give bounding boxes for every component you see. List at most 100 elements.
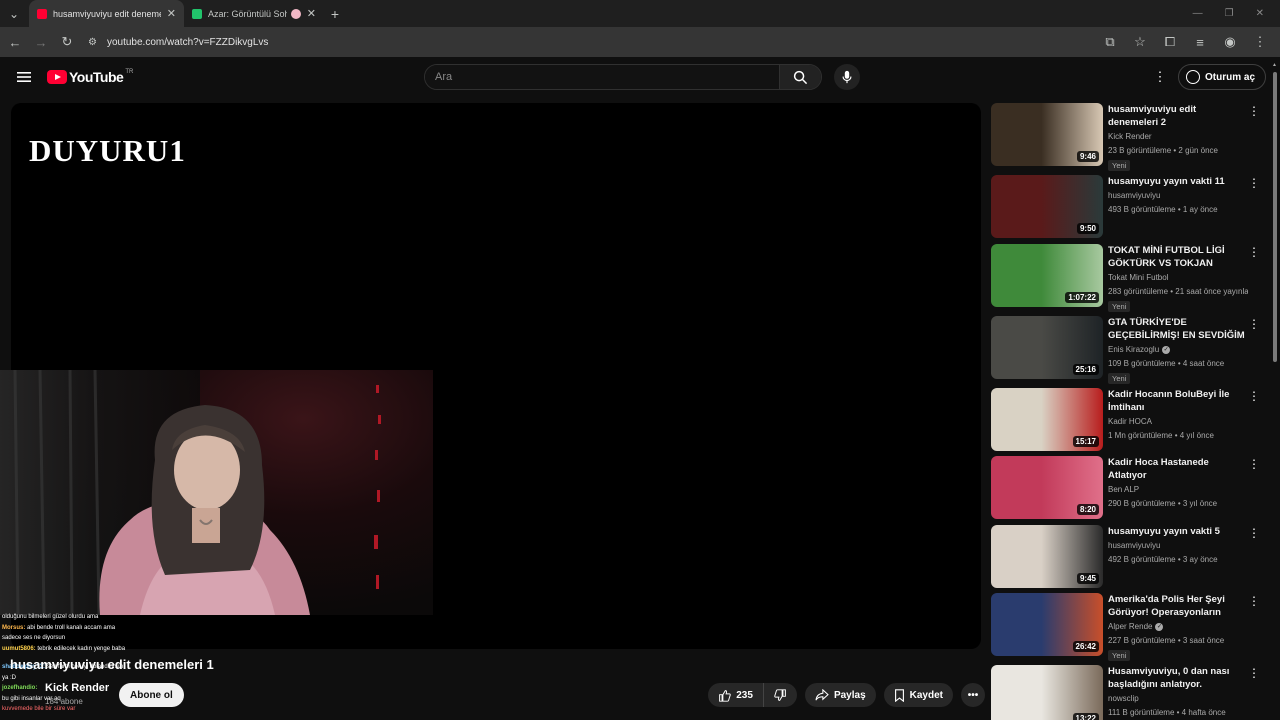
- chat-line: olduğunu bilmeleri güzel olurdu ama: [2, 614, 99, 620]
- recommended-channel[interactable]: Ben ALP: [1108, 485, 1248, 494]
- signin-button[interactable]: Oturum aç: [1178, 64, 1267, 90]
- tab-search-chevron-icon[interactable]: ⌄: [3, 3, 25, 25]
- view-stats: 493 B görüntüleme • 1 ay önce: [1108, 205, 1218, 214]
- search-input[interactable]: [425, 65, 779, 89]
- recommended-channel[interactable]: nowsclip: [1108, 694, 1248, 703]
- more-actions-button[interactable]: •••: [961, 683, 985, 707]
- url-text: youtube.com/watch?v=FZZDikvgLvs: [106, 36, 269, 48]
- media-controls-icon[interactable]: ≡: [1188, 30, 1212, 54]
- settings-more-icon[interactable]: ⋮: [1150, 67, 1170, 87]
- recommended-channel[interactable]: Enis Kirazoglu ✓: [1108, 345, 1248, 354]
- reload-icon[interactable]: ↻: [55, 30, 79, 54]
- recommended-video-title[interactable]: Amerika'da Polis Her Şeyi Görüyor! Opera…: [1108, 593, 1248, 619]
- more-options-icon[interactable]: ⋮: [1248, 458, 1260, 470]
- more-options-icon[interactable]: ⋮: [1248, 667, 1260, 679]
- search-button[interactable]: [779, 65, 821, 89]
- recommended-video-card[interactable]: 15:17 Kadir Hocanın BoluBeyi İle İmtihanı…: [991, 388, 1266, 454]
- recommended-video-title[interactable]: Husamviyuviyu, 0 dan nası başladığını an…: [1108, 665, 1248, 691]
- recommended-video-title[interactable]: husamyuyu yayın vakti 5: [1108, 525, 1248, 538]
- video-thumbnail[interactable]: 9:50: [991, 175, 1103, 238]
- more-options-icon[interactable]: ⋮: [1248, 390, 1260, 402]
- bookmark-star-icon[interactable]: ☆: [1128, 30, 1152, 54]
- channel-name[interactable]: Kick Render: [45, 682, 109, 694]
- video-thumbnail[interactable]: 8:20: [991, 456, 1103, 519]
- more-options-icon[interactable]: ⋮: [1248, 318, 1260, 330]
- more-options-icon[interactable]: ⋮: [1248, 595, 1260, 607]
- video-thumbnail[interactable]: 9:46: [991, 103, 1103, 166]
- minimize-icon[interactable]: —: [1193, 8, 1203, 19]
- recommended-channel[interactable]: Tokat Mini Futbol: [1108, 273, 1248, 282]
- browser-tab-youtube[interactable]: husamviyuviyu edit denemeleri ✕: [29, 0, 184, 27]
- more-options-icon[interactable]: ⋮: [1248, 177, 1260, 189]
- recommended-channel[interactable]: husamviyuviyu: [1108, 191, 1248, 200]
- save-button[interactable]: Kaydet: [883, 683, 953, 707]
- like-count: 235: [736, 689, 753, 701]
- recommended-video-card[interactable]: 13:22 Husamviyuviyu, 0 dan nası başladığı…: [991, 665, 1266, 720]
- more-options-icon[interactable]: ⋮: [1248, 246, 1260, 258]
- verified-check-icon: ✓: [1162, 345, 1171, 354]
- close-window-icon[interactable]: ✕: [1256, 8, 1264, 19]
- more-options-icon[interactable]: ⋮: [1248, 527, 1260, 539]
- recommended-video-card[interactable]: 26:42 Amerika'da Polis Her Şeyi Görüyor! …: [991, 593, 1266, 661]
- subscribe-button[interactable]: Abone ol: [119, 683, 184, 707]
- video-meta: Husamviyuviyu, 0 dan nası başladığını an…: [1108, 665, 1248, 717]
- scroll-up-arrow-icon[interactable]: ▲: [1272, 62, 1277, 68]
- extensions-icon[interactable]: ⧠: [1158, 30, 1182, 54]
- scrollbar-thumb[interactable]: [1273, 72, 1277, 362]
- like-button[interactable]: 235: [708, 683, 764, 707]
- site-info-icon[interactable]: ⚙: [88, 37, 97, 48]
- video-overlay-text: DUYURU1: [29, 133, 186, 168]
- share-button[interactable]: Paylaş: [804, 683, 876, 707]
- channel-name: Tokat Mini Futbol: [1108, 273, 1169, 282]
- video-meta: Amerika'da Polis Her Şeyi Görüyor! Opera…: [1108, 593, 1248, 663]
- restore-icon[interactable]: ❐: [1225, 8, 1234, 19]
- youtube-logo[interactable]: YouTube TR: [47, 69, 133, 85]
- page-scrollbar[interactable]: ▲: [1272, 62, 1278, 720]
- address-bar[interactable]: ⚙ youtube.com/watch?v=FZZDikvgLvs: [80, 31, 1166, 53]
- recommended-channel[interactable]: Alper Rende ✓: [1108, 622, 1248, 631]
- browser-menu-icon[interactable]: ⋮: [1248, 30, 1272, 54]
- recommended-video-title[interactable]: TOKAT MİNİ FUTBOL LİGİ GÖKTÜRK VS TOKJAN: [1108, 244, 1248, 270]
- youtube-favicon-icon: [37, 8, 47, 19]
- new-badge: Yeni: [1108, 301, 1131, 312]
- tab-close-icon[interactable]: ✕: [307, 7, 316, 20]
- recommended-video-title[interactable]: husamviyuviyu edit denemeleri 2: [1108, 103, 1248, 129]
- more-options-icon[interactable]: ⋮: [1248, 105, 1260, 117]
- recommended-video-card[interactable]: 9:46 husamviyuviyu edit denemeleri 2 Kick …: [991, 103, 1266, 171]
- video-thumbnail[interactable]: 25:16: [991, 316, 1103, 379]
- video-thumbnail[interactable]: 26:42: [991, 593, 1103, 656]
- recommended-channel[interactable]: husamviyuviyu: [1108, 541, 1248, 550]
- window-controls: — ❐ ✕: [1193, 0, 1274, 27]
- profile-icon[interactable]: ◉: [1218, 30, 1242, 54]
- recommended-video-card[interactable]: 9:45 husamyuyu yayın vakti 5 husamviyuviyu…: [991, 525, 1266, 591]
- chat-line: uumut5806: tebrik edilecek kadın yenge b…: [2, 645, 126, 652]
- azar-favicon-icon: [192, 8, 202, 19]
- recommended-video-card[interactable]: 8:20 Kadir Hoca Hastanede Atlatıyor Ben AL…: [991, 456, 1266, 522]
- video-thumbnail[interactable]: 15:17: [991, 388, 1103, 451]
- tab-close-icon[interactable]: ✕: [167, 7, 176, 20]
- voice-search-button[interactable]: [834, 64, 860, 90]
- video-duration: 9:45: [1076, 573, 1099, 584]
- video-duration: 9:46: [1076, 151, 1099, 162]
- menu-hamburger-icon[interactable]: [14, 67, 34, 87]
- new-tab-button[interactable]: +: [324, 3, 346, 25]
- recommended-video-title[interactable]: husamyuyu yayın vakti 11: [1108, 175, 1248, 188]
- recommended-video-title[interactable]: Kadir Hoca Hastanede Atlatıyor: [1108, 456, 1248, 482]
- recommended-channel[interactable]: Kick Render: [1108, 132, 1248, 141]
- signin-label: Oturum aç: [1205, 71, 1256, 83]
- install-app-icon[interactable]: ⧉: [1098, 30, 1122, 54]
- back-arrow-icon[interactable]: ←: [3, 30, 27, 54]
- video-thumbnail[interactable]: 9:45: [991, 525, 1103, 588]
- video-thumbnail[interactable]: 1:07:22: [991, 244, 1103, 307]
- recommended-video-title[interactable]: Kadir Hocanın BoluBeyi İle İmtihanı: [1108, 388, 1248, 414]
- recommended-video-card[interactable]: 1:07:22 TOKAT MİNİ FUTBOL LİGİ GÖKTÜRK VS…: [991, 244, 1266, 312]
- browser-tab-azar[interactable]: Azar: Görüntülü Sohbet & ✕: [184, 0, 324, 27]
- recommended-channel[interactable]: Kadir HOCA: [1108, 417, 1248, 426]
- video-thumbnail[interactable]: 13:22: [991, 665, 1103, 720]
- recommended-video-title[interactable]: GTA TÜRKİYE'DE GEÇEBİLİRMİŞ! EN SEVDİĞİM…: [1108, 316, 1248, 342]
- forward-arrow-icon[interactable]: →: [29, 30, 53, 54]
- dislike-button[interactable]: [764, 683, 797, 707]
- recommended-video-card[interactable]: 9:50 husamyuyu yayın vakti 11 husamviyuviy…: [991, 175, 1266, 241]
- recommended-video-card[interactable]: 25:16 GTA TÜRKİYE'DE GEÇEBİLİRMİŞ! EN SEV…: [991, 316, 1266, 384]
- like-dislike-group: 235: [708, 683, 797, 707]
